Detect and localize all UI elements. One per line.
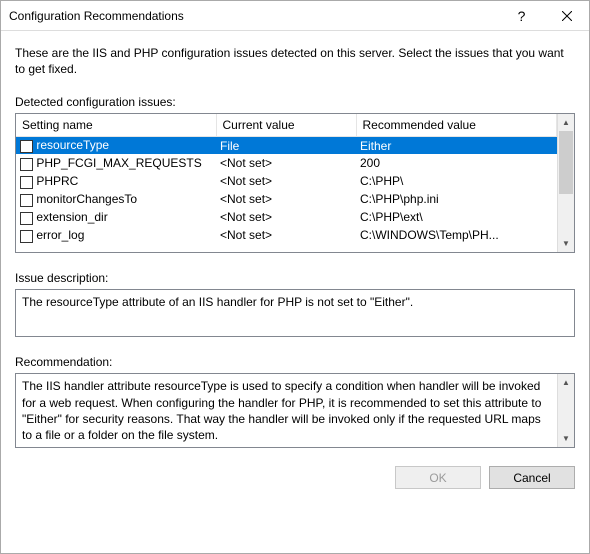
table-header-row: Setting name Current value Recommended v… bbox=[16, 114, 557, 136]
scroll-thumb[interactable] bbox=[559, 131, 573, 193]
recommendation-scrollbar[interactable]: ▲ ▼ bbox=[557, 374, 574, 447]
row-recommended: C:\PHP\php.ini bbox=[356, 190, 557, 208]
row-setting: resourceType bbox=[36, 138, 109, 152]
table-scrollbar[interactable]: ▲ ▼ bbox=[557, 114, 574, 252]
row-checkbox[interactable] bbox=[20, 212, 33, 225]
row-setting: extension_dir bbox=[36, 210, 107, 224]
scroll-up-icon[interactable]: ▲ bbox=[558, 374, 574, 391]
description-box: The resourceType attribute of an IIS han… bbox=[15, 289, 575, 337]
recommendation-text: The IIS handler attribute resourceType i… bbox=[16, 374, 557, 447]
row-recommended: Either bbox=[356, 136, 557, 154]
row-recommended: C:\WINDOWS\Temp\PH... bbox=[356, 226, 557, 244]
recommendation-box: The IIS handler attribute resourceType i… bbox=[15, 373, 575, 448]
table-row[interactable]: extension_dir <Not set>C:\PHP\ext\ bbox=[16, 208, 557, 226]
description-label: Issue description: bbox=[15, 271, 575, 285]
row-current: <Not set> bbox=[216, 154, 356, 172]
row-setting: error_log bbox=[36, 228, 84, 242]
row-current: <Not set> bbox=[216, 226, 356, 244]
table-row[interactable]: PHPRC <Not set>C:\PHP\ bbox=[16, 172, 557, 190]
scroll-down-icon[interactable]: ▼ bbox=[558, 235, 574, 252]
close-icon bbox=[562, 11, 572, 21]
table-row[interactable]: PHP_FCGI_MAX_REQUESTS <Not set>200 bbox=[16, 154, 557, 172]
scroll-up-icon[interactable]: ▲ bbox=[558, 114, 574, 131]
titlebar: Configuration Recommendations ? bbox=[1, 1, 589, 31]
ok-button[interactable]: OK bbox=[395, 466, 481, 489]
row-current: <Not set> bbox=[216, 172, 356, 190]
row-recommended: C:\PHP\ bbox=[356, 172, 557, 190]
cancel-button[interactable]: Cancel bbox=[489, 466, 575, 489]
row-recommended: 200 bbox=[356, 154, 557, 172]
row-recommended: C:\PHP\ext\ bbox=[356, 208, 557, 226]
scroll-down-icon[interactable]: ▼ bbox=[558, 430, 574, 447]
issues-label: Detected configuration issues: bbox=[15, 95, 575, 109]
table-row[interactable]: resourceType FileEither bbox=[16, 136, 557, 154]
row-checkbox[interactable] bbox=[20, 158, 33, 171]
row-current: File bbox=[216, 136, 356, 154]
row-setting: PHPRC bbox=[36, 174, 78, 188]
help-button[interactable]: ? bbox=[499, 1, 544, 30]
col-recommended[interactable]: Recommended value bbox=[356, 114, 557, 136]
col-setting[interactable]: Setting name bbox=[16, 114, 216, 136]
row-setting: monitorChangesTo bbox=[36, 192, 137, 206]
recommendation-label: Recommendation: bbox=[15, 355, 575, 369]
issues-table: Setting name Current value Recommended v… bbox=[15, 113, 575, 253]
intro-text: These are the IIS and PHP configuration … bbox=[15, 45, 575, 77]
row-checkbox[interactable] bbox=[20, 194, 33, 207]
table-row[interactable]: monitorChangesTo <Not set>C:\PHP\php.ini bbox=[16, 190, 557, 208]
row-checkbox[interactable] bbox=[20, 140, 33, 153]
row-checkbox[interactable] bbox=[20, 230, 33, 243]
window-title: Configuration Recommendations bbox=[9, 9, 499, 23]
row-current: <Not set> bbox=[216, 208, 356, 226]
row-current: <Not set> bbox=[216, 190, 356, 208]
table-row[interactable]: error_log <Not set>C:\WINDOWS\Temp\PH... bbox=[16, 226, 557, 244]
close-button[interactable] bbox=[544, 1, 589, 30]
row-setting: PHP_FCGI_MAX_REQUESTS bbox=[36, 156, 201, 170]
row-checkbox[interactable] bbox=[20, 176, 33, 189]
col-current[interactable]: Current value bbox=[216, 114, 356, 136]
